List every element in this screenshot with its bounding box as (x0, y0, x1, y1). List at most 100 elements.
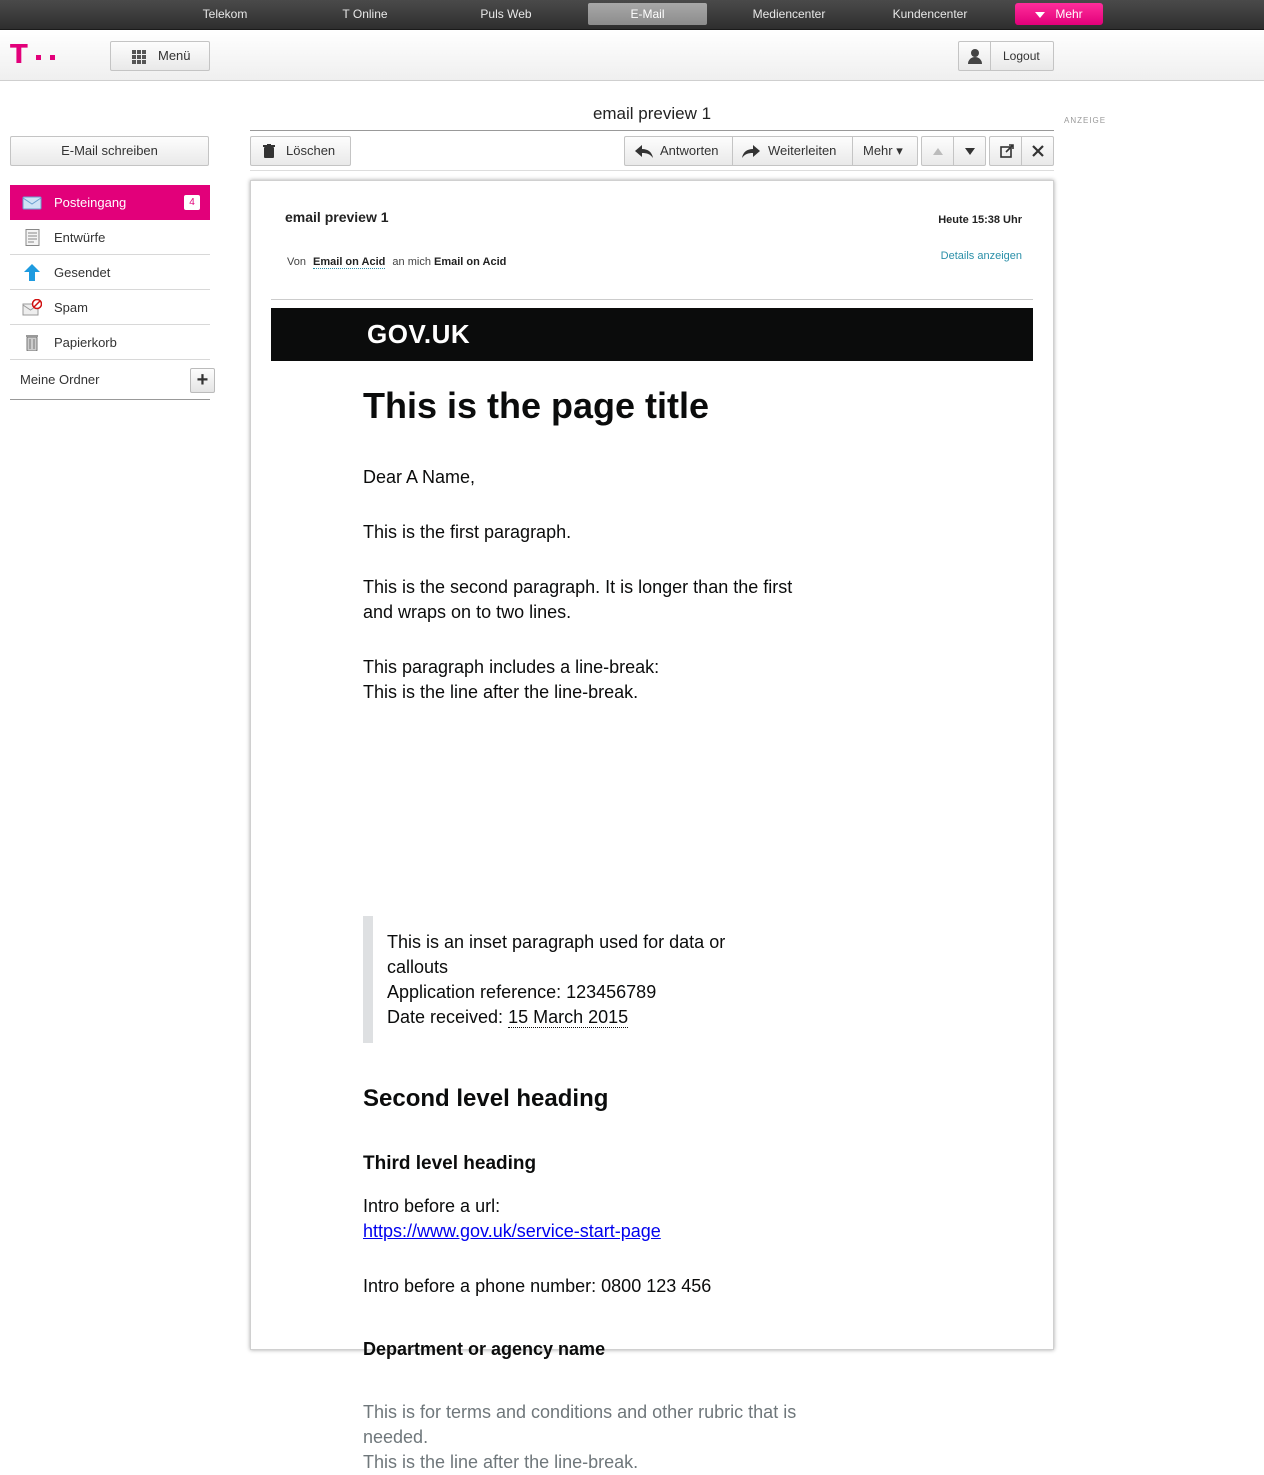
more-label: Mehr ▾ (863, 143, 903, 158)
from-prefix: Von (287, 256, 306, 268)
second-level-heading: Second level heading (363, 1085, 609, 1112)
date-received-value: 15 March 2015 (508, 1007, 629, 1028)
add-folder-button[interactable]: + (190, 368, 215, 393)
sidebar-item-inbox[interactable]: Posteingang 4 (10, 185, 210, 220)
sidebar-item-label: Gesendet (54, 265, 111, 280)
third-level-heading: Third level heading (363, 1153, 537, 1174)
terms-line: This is for terms and conditions and oth… (363, 1402, 797, 1447)
portal-link-puls-web[interactable]: Puls Web (466, 3, 546, 25)
recipient-name: Email on Acid (434, 256, 507, 268)
grid-icon (132, 50, 146, 64)
folder-nav: Posteingang 4 Entwürfe Gesendet Spam Pap… (10, 185, 215, 400)
inset-line: Application reference: 123456789 (387, 982, 657, 1002)
sidebar-item-drafts[interactable]: Entwürfe (10, 220, 210, 255)
forward-icon (742, 145, 760, 158)
delete-button[interactable]: Löschen (250, 136, 351, 166)
message-subject: email preview 1 (285, 209, 389, 225)
govuk-logo[interactable]: GOV.UK (367, 319, 470, 350)
logo-dot-icon (36, 55, 41, 60)
header: T Menü Logout (0, 30, 1264, 81)
telekom-t-icon: T (10, 40, 28, 70)
compose-button[interactable]: E-Mail schreiben (10, 136, 209, 166)
sender-link[interactable]: Email on Acid (313, 256, 386, 269)
details-link[interactable]: Details anzeigen (941, 250, 1022, 262)
close-message-button[interactable] (1021, 136, 1054, 166)
email-title: This is the page title (363, 385, 710, 426)
portal-bar: Telekom T Online Puls Web E-Mail Medienc… (0, 0, 1264, 30)
inbox-icon (22, 196, 42, 210)
logo-dot-icon (50, 55, 55, 60)
reply-label: Antworten (660, 143, 719, 158)
telekom-logo[interactable]: T (10, 42, 62, 68)
next-message-button[interactable] (953, 136, 986, 166)
portal-link-kundencenter[interactable]: Kundencenter (882, 3, 978, 25)
previous-message-button[interactable] (921, 136, 954, 166)
my-folders-label[interactable]: Meine Ordner (20, 360, 99, 400)
paragraph-line: This paragraph includes a line-break: (363, 657, 660, 677)
govuk-header: GOV.UK (271, 308, 1033, 361)
portal-link-email[interactable]: E-Mail (588, 3, 707, 25)
email-paragraph: This is the second paragraph. It is long… (363, 577, 793, 622)
message-pane: email preview 1 Heute 15:38 Uhr Von Emai… (250, 180, 1054, 1472)
divider (271, 299, 1033, 300)
logout-button[interactable]: Logout (958, 41, 1054, 71)
close-icon (1032, 145, 1044, 157)
sidebar-item-label: Spam (54, 300, 88, 315)
forward-button[interactable]: Weiterleiten (732, 136, 853, 166)
inset-line: Date received: 15 March 2015 (387, 1005, 787, 1030)
sidebar-item-label: Papierkorb (54, 335, 117, 350)
sidebar-item-trash[interactable]: Papierkorb (10, 325, 210, 360)
email-paragraph: This is the first paragraph. (363, 522, 572, 542)
portal-link-t-online[interactable]: T Online (325, 3, 405, 25)
arrow-down-icon (965, 148, 975, 155)
portal-link-mediencenter[interactable]: Mediencenter (744, 3, 834, 25)
menu-label: Menü (158, 48, 191, 63)
external-window-icon (1000, 144, 1014, 158)
phone-paragraph: Intro before a phone number: 0800 123 45… (363, 1276, 712, 1296)
inset-label: Date received: (387, 1007, 504, 1027)
paragraph-line: This is the line after the line-break. (363, 682, 639, 702)
unread-count-badge: 4 (184, 195, 200, 210)
department-name: Department or agency name (363, 1339, 606, 1359)
spam-icon (22, 299, 42, 316)
ad-label: ANZEIGE (1064, 116, 1107, 125)
email-paragraph: Intro before a url: https://www.gov.uk/s… (363, 1194, 803, 1244)
message-date: Heute 15:38 Uhr (938, 214, 1022, 226)
inset-text: This is an inset paragraph used for data… (387, 930, 787, 1030)
sent-icon (24, 264, 40, 281)
sidebar-item-sent[interactable]: Gesendet (10, 255, 210, 290)
inset-line: This is an inset paragraph used for data… (387, 932, 726, 977)
my-folders-row: Meine Ordner + (10, 360, 215, 400)
sidebar-item-label: Entwürfe (54, 230, 106, 245)
url-intro: Intro before a url: (363, 1196, 501, 1216)
terms-line: This is the line after the line-break. (363, 1452, 639, 1472)
trash-icon (26, 335, 38, 351)
user-icon (959, 42, 991, 70)
message-sender-line: Von Email on Acid an mich Email on Acid (287, 256, 507, 269)
portal-link-telekom[interactable]: Telekom (185, 3, 265, 25)
service-start-link[interactable]: https://www.gov.uk/service-start-page (363, 1221, 661, 1241)
sidebar-item-label: Posteingang (54, 195, 127, 210)
reply-icon (635, 145, 653, 158)
to-prefix: an mich (392, 256, 431, 268)
portal-more-button[interactable]: Mehr (1015, 3, 1103, 25)
email-greeting: Dear A Name, (363, 467, 476, 487)
portal-more-label: Mehr (1055, 7, 1083, 21)
drafts-icon (25, 229, 40, 246)
divider (250, 130, 1054, 131)
delete-label: Löschen (286, 143, 336, 158)
dropdown-arrow-icon (1035, 11, 1046, 18)
sidebar-item-spam[interactable]: Spam (10, 290, 210, 325)
mail-title: email preview 1 (592, 104, 712, 123)
more-dropdown[interactable]: Mehr ▾ (852, 136, 918, 166)
trash-icon (263, 144, 275, 158)
arrow-up-icon (933, 148, 943, 155)
terms-paragraph: This is for terms and conditions and oth… (363, 1400, 808, 1475)
divider (250, 170, 1054, 171)
logout-label: Logout (1003, 49, 1040, 63)
open-new-window-button[interactable] (989, 136, 1022, 166)
reply-button[interactable]: Antworten (624, 136, 733, 166)
email-paragraph: This paragraph includes a line-break: Th… (363, 655, 803, 705)
forward-label: Weiterleiten (768, 143, 837, 158)
menu-button[interactable]: Menü (110, 41, 210, 71)
